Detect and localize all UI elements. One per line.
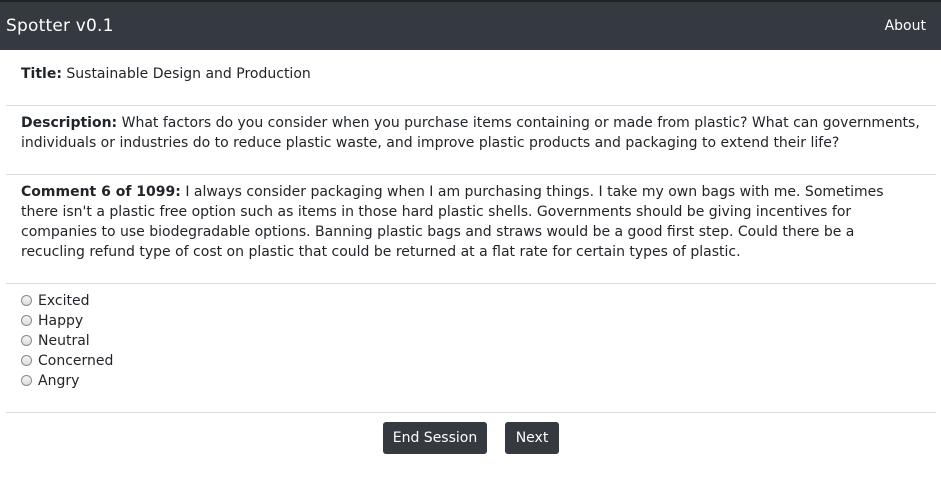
description-label: Description:	[21, 115, 118, 131]
description-section: Description: What factors do you conside…	[21, 113, 921, 153]
radio-label[interactable]: Happy	[38, 311, 83, 331]
title-section: Title: Sustainable Design and Production	[21, 64, 921, 84]
divider	[6, 174, 936, 175]
app-brand[interactable]: Spotter v0.1	[6, 16, 114, 36]
end-session-button[interactable]: End Session	[383, 422, 487, 454]
comment-label: Comment 6 of 1099:	[21, 184, 181, 200]
navbar: Spotter v0.1 About	[0, 0, 941, 50]
radio-label[interactable]: Concerned	[38, 351, 113, 371]
title-label: Title:	[21, 66, 62, 82]
radio-button[interactable]	[21, 335, 32, 346]
radio-button[interactable]	[21, 295, 32, 306]
radio-button[interactable]	[21, 355, 32, 366]
divider	[6, 412, 936, 413]
radio-button[interactable]	[21, 375, 32, 386]
title-value: Sustainable Design and Production	[66, 66, 311, 82]
radio-label[interactable]: Angry	[38, 371, 79, 391]
divider	[6, 283, 936, 284]
radio-button[interactable]	[21, 315, 32, 326]
radio-label[interactable]: Neutral	[38, 331, 90, 351]
description-value: What factors do you consider when you pu…	[21, 115, 920, 151]
comment-section: Comment 6 of 1099: I always consider pac…	[21, 182, 921, 262]
radio-label[interactable]: Excited	[38, 291, 89, 311]
about-link[interactable]: About	[885, 18, 926, 34]
divider	[6, 105, 936, 106]
next-button[interactable]: Next	[505, 422, 559, 454]
